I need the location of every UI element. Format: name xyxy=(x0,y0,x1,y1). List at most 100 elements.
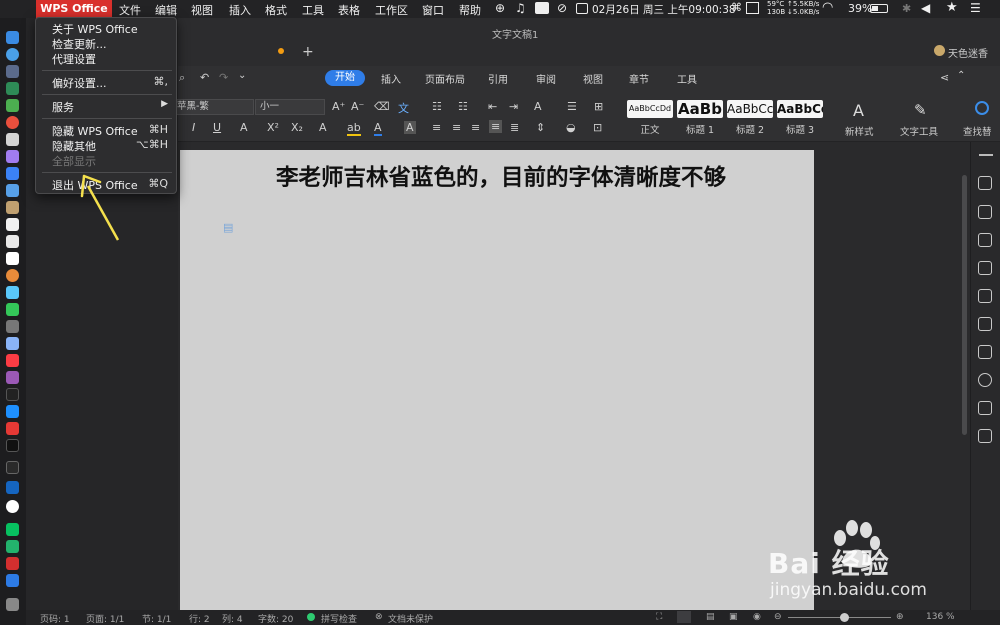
spell-check-label[interactable]: 拼写检查 xyxy=(321,612,357,625)
app-icon[interactable] xyxy=(6,320,19,333)
message-icon[interactable] xyxy=(535,2,549,14)
bluetooth-icon[interactable]: ✱ xyxy=(902,2,911,15)
find-label[interactable]: 查找替 xyxy=(963,124,1000,138)
fullscreen-icon[interactable]: ⛶ xyxy=(656,612,662,622)
italic-icon[interactable]: I xyxy=(192,121,195,134)
superscript-icon[interactable]: X² xyxy=(267,121,279,134)
terminal-icon[interactable] xyxy=(6,439,19,452)
trash-icon[interactable] xyxy=(6,598,19,611)
style-icon[interactable] xyxy=(978,233,992,247)
tab-view[interactable]: 视图 xyxy=(583,71,603,86)
align-center-icon[interactable]: ≡ xyxy=(452,121,461,134)
safari-icon[interactable] xyxy=(6,48,19,61)
vpn-icon[interactable] xyxy=(6,481,19,494)
style-h2-preview[interactable]: AaBbCc xyxy=(727,100,773,118)
menu-tools[interactable]: 工具 xyxy=(302,2,324,18)
user-doc-icon[interactable] xyxy=(978,401,992,415)
globe-icon[interactable]: ⊕ xyxy=(495,1,505,15)
new-style-label[interactable]: 新样式 xyxy=(845,124,874,138)
zoom-in-icon[interactable]: ⊕ xyxy=(896,612,904,622)
tab-home[interactable]: 开始 xyxy=(325,70,365,86)
shrink-font-icon[interactable]: A⁻ xyxy=(351,100,364,113)
battery-icon[interactable] xyxy=(870,4,888,13)
chrome-icon[interactable] xyxy=(6,116,19,129)
protect-label[interactable]: 文档未保护 xyxy=(388,612,433,625)
highlight-icon[interactable]: ab xyxy=(347,121,361,136)
yandex-icon[interactable] xyxy=(6,500,19,513)
outdent-icon[interactable]: ⇤ xyxy=(488,100,497,113)
wrench-icon[interactable]: ✎ xyxy=(914,101,927,119)
undo-icon[interactable]: ↶ xyxy=(200,71,209,84)
photos-icon[interactable] xyxy=(6,269,19,282)
grow-font-icon[interactable]: A⁺ xyxy=(332,100,345,113)
align-right-icon[interactable]: ≡ xyxy=(471,121,480,134)
app-status-icon[interactable]: ⌘ xyxy=(731,1,742,14)
menu-workspace[interactable]: 工作区 xyxy=(375,2,408,18)
menu-edit[interactable]: 编辑 xyxy=(155,2,177,18)
style-h1-preview[interactable]: AaBb xyxy=(677,100,723,118)
android-icon[interactable] xyxy=(6,99,19,112)
app-icon[interactable] xyxy=(6,461,19,474)
wifi-icon[interactable]: ◠ xyxy=(822,0,833,15)
control-center-icon[interactable]: ☰ xyxy=(970,1,981,15)
tab-review[interactable]: 审阅 xyxy=(536,71,556,86)
avatar[interactable] xyxy=(934,45,945,56)
protect-icon[interactable]: ⊗ xyxy=(375,612,383,622)
underline-icon[interactable]: U xyxy=(213,121,221,134)
cursor-icon[interactable] xyxy=(978,289,992,303)
page-view-icon[interactable] xyxy=(677,611,691,623)
strikethrough-icon[interactable]: A xyxy=(240,121,248,134)
notes-icon[interactable] xyxy=(6,235,19,248)
new-tab-icon[interactable]: + xyxy=(302,44,314,60)
menu-proxy-settings[interactable]: 代理设置 xyxy=(52,51,172,66)
volume-icon[interactable]: ◀ xyxy=(921,1,930,15)
tab-tools[interactable]: 工具 xyxy=(677,71,697,86)
launchpad-icon[interactable] xyxy=(6,65,19,78)
app-icon[interactable] xyxy=(6,133,19,146)
favorites-icon[interactable]: ★ xyxy=(946,0,958,15)
tab-chapter[interactable]: 章节 xyxy=(629,71,649,86)
menu-format[interactable]: 格式 xyxy=(265,2,287,18)
app-icon[interactable] xyxy=(6,201,19,214)
style-h3-preview[interactable]: AaBbCc xyxy=(777,100,823,118)
subscript-icon[interactable]: X₂ xyxy=(291,121,303,134)
menu-about[interactable]: 关于 WPS Office xyxy=(52,21,172,36)
menu-services[interactable]: 服务 ▶ xyxy=(52,99,172,114)
paragraph-marker-icon[interactable]: ▤ xyxy=(223,221,233,234)
find-icon[interactable] xyxy=(975,101,989,115)
char-shading-icon[interactable]: A xyxy=(404,121,416,134)
app-icon[interactable] xyxy=(6,82,19,95)
settings-icon[interactable] xyxy=(978,261,992,275)
text-tools-label[interactable]: 文字工具 xyxy=(900,124,938,138)
music-app-icon[interactable] xyxy=(6,354,19,367)
nosign-icon[interactable]: ⊘ xyxy=(557,1,567,15)
history-icon[interactable] xyxy=(978,373,992,387)
app-icon[interactable] xyxy=(6,574,19,587)
calendar-app-icon[interactable] xyxy=(6,218,19,231)
lock-icon[interactable] xyxy=(978,317,992,331)
preview-icon[interactable] xyxy=(6,337,19,350)
zoom-slider-handle[interactable] xyxy=(840,613,849,622)
justify-icon[interactable]: ≡ xyxy=(489,120,503,133)
finder-icon[interactable] xyxy=(6,31,19,44)
calendar-icon[interactable] xyxy=(576,3,588,14)
menu-view[interactable]: 视图 xyxy=(191,2,213,18)
zoom-out-icon[interactable]: ⊖ xyxy=(774,612,782,622)
shapes-icon[interactable] xyxy=(978,205,992,219)
borders-icon[interactable]: ⊡ xyxy=(593,121,602,134)
app-menu-wps[interactable]: WPS Office xyxy=(36,0,112,18)
pen-icon[interactable] xyxy=(978,176,992,190)
menu-hide-others[interactable]: 隐藏其他 ⌥⌘H xyxy=(52,138,172,153)
tv-icon[interactable] xyxy=(6,388,19,401)
appstore-icon[interactable] xyxy=(6,405,19,418)
document-page[interactable] xyxy=(180,150,814,610)
web-view-icon[interactable]: ▣ xyxy=(729,612,738,622)
app-icon[interactable] xyxy=(6,540,19,553)
activity-icon[interactable] xyxy=(746,2,759,14)
bullets-icon[interactable]: ☷ xyxy=(432,100,442,113)
wechat-icon[interactable] xyxy=(6,523,19,536)
redo-icon[interactable]: ↷ xyxy=(219,71,228,84)
shading-icon[interactable]: ◒ xyxy=(566,121,576,134)
menu-preferences[interactable]: 偏好设置... ⌘, xyxy=(52,75,172,90)
music-icon[interactable]: ♫ xyxy=(515,1,526,15)
